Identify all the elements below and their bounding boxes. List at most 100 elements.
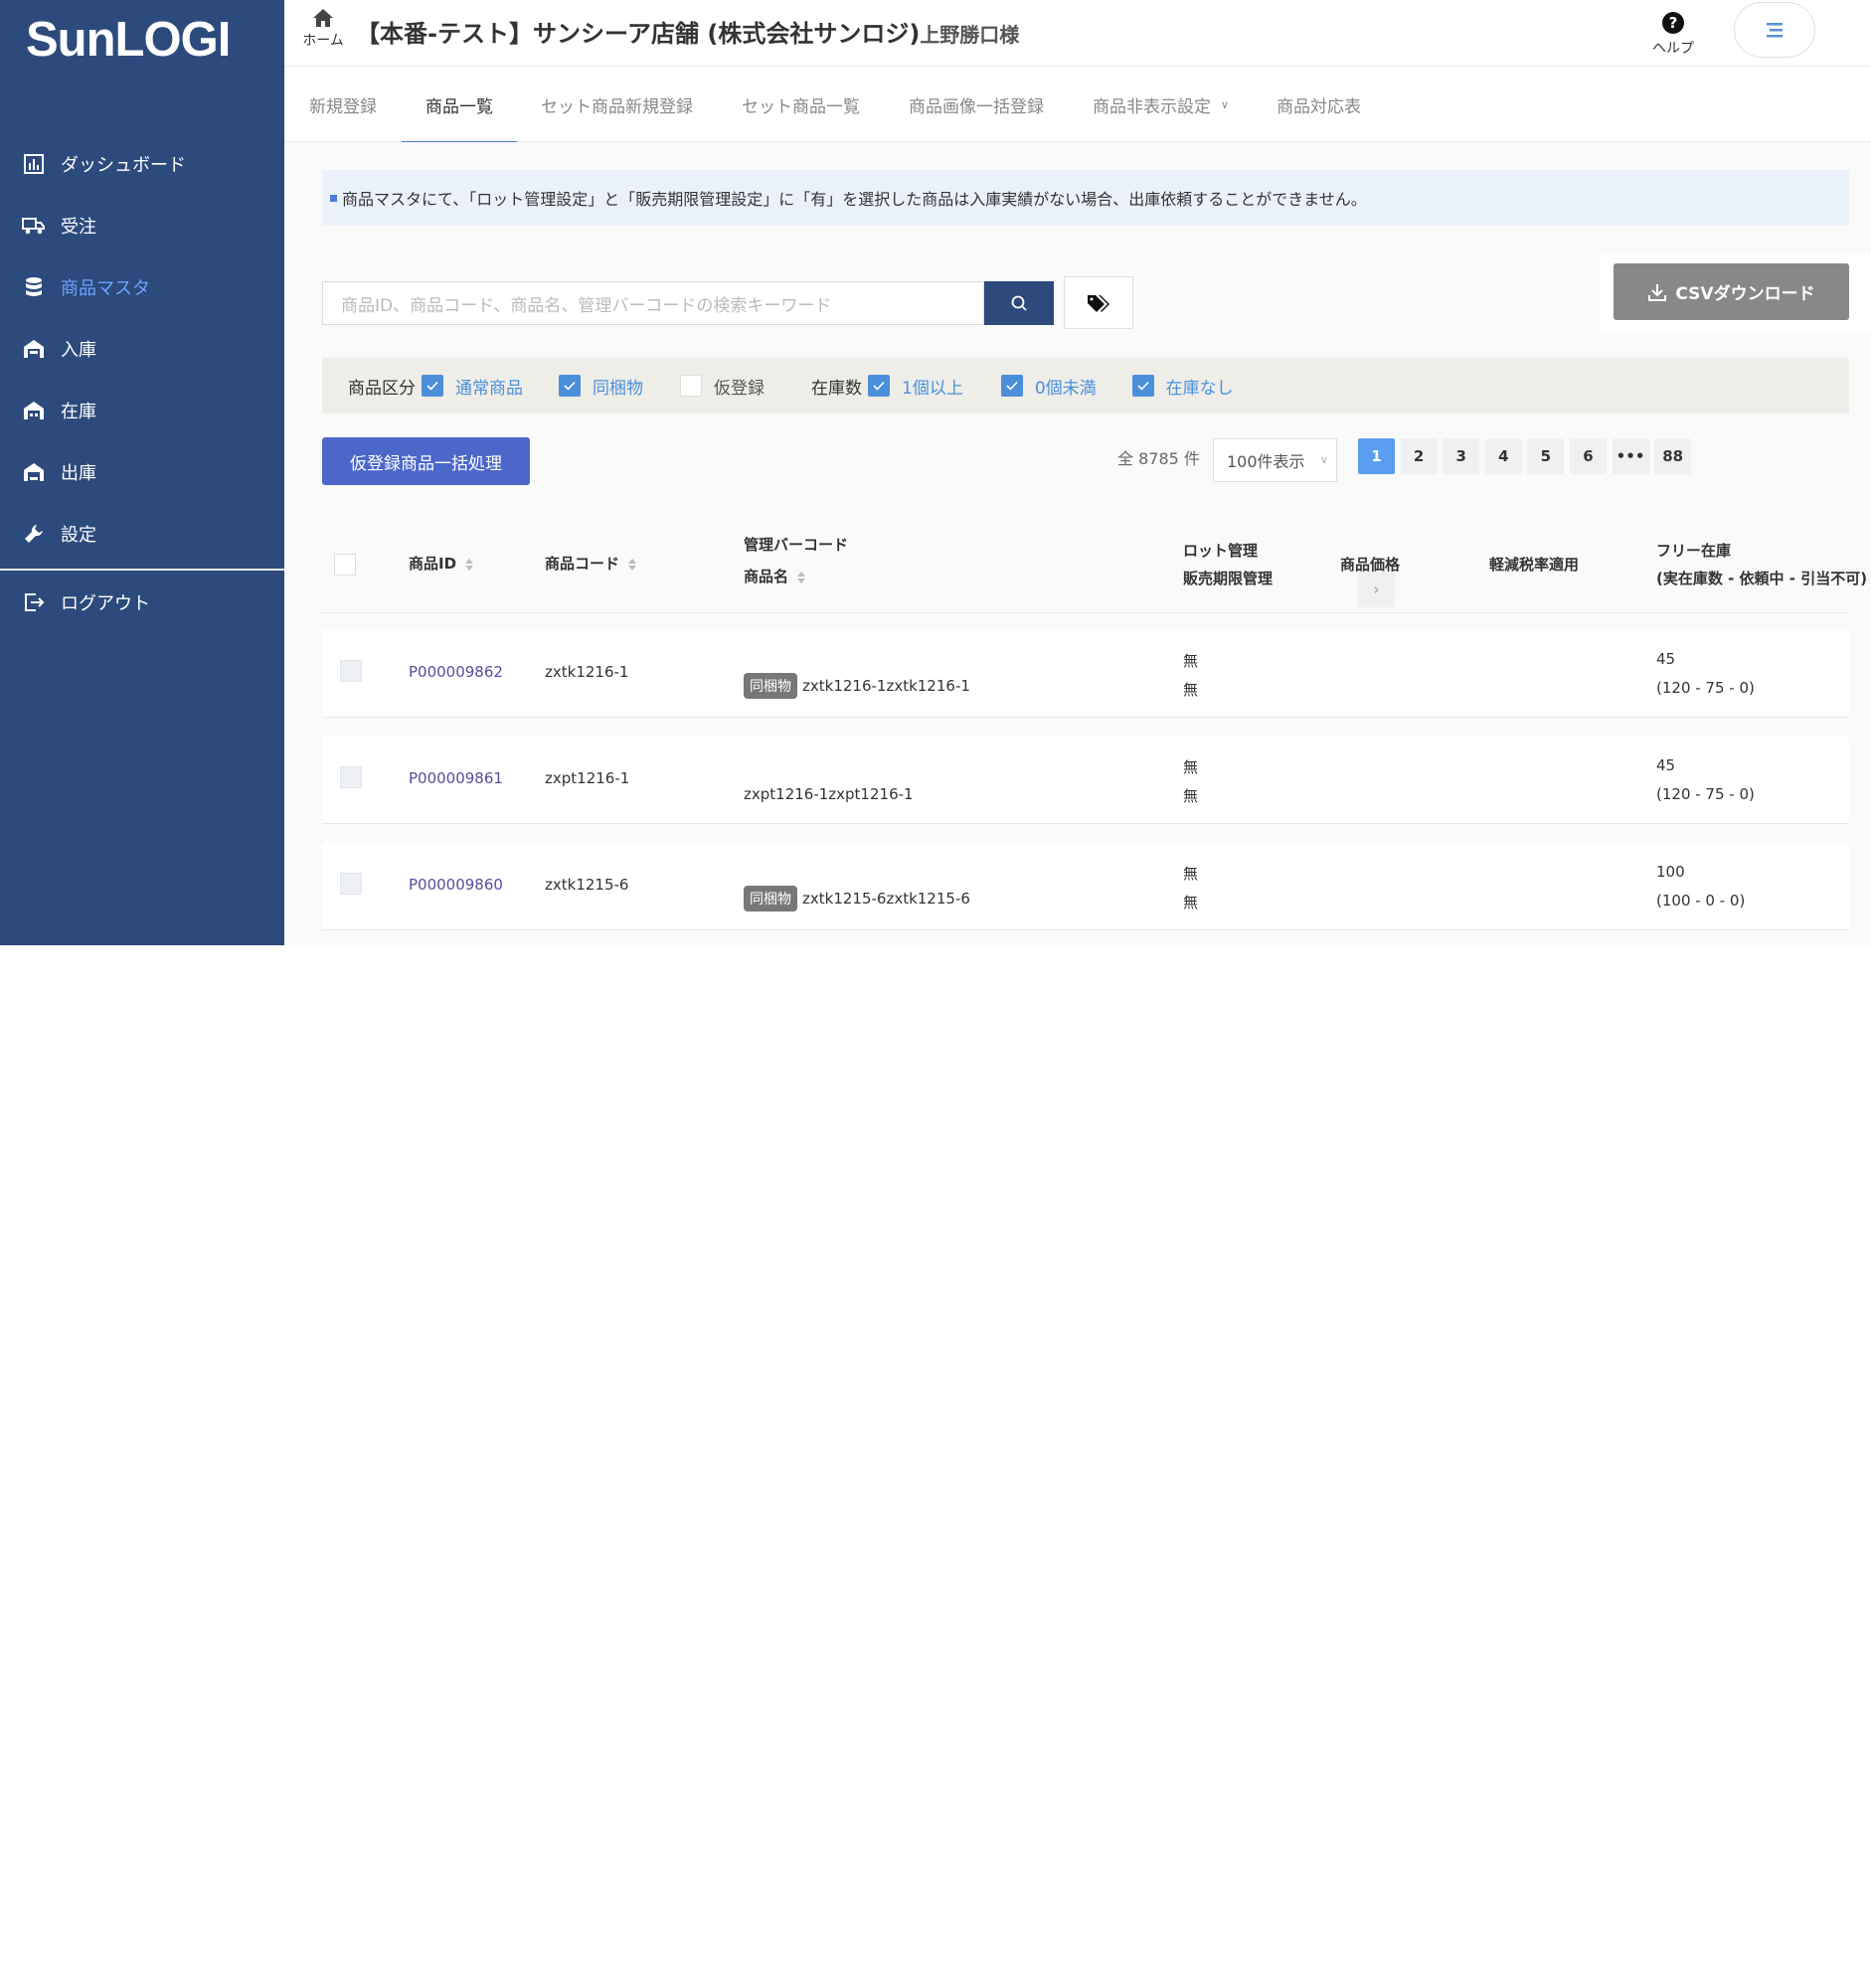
notice-text: 商品マスタにて、「ロット管理設定」と「販売期限管理設定」に「有」を選択した商品は… — [342, 190, 1367, 209]
column-price: 商品価格 — [1340, 556, 1401, 574]
filter-provisional[interactable]: 仮登録 — [680, 374, 765, 399]
sidebar-item-inventory[interactable]: 在庫 — [0, 380, 284, 441]
column-lot: ロット管理 — [1183, 542, 1259, 560]
tab-bar: 新規登録 商品一覧 セット商品新規登録 セット商品一覧 商品画像一括登録 商品非… — [284, 67, 1871, 143]
row-checkbox[interactable] — [340, 660, 362, 682]
bundle-badge: 同梱物 — [744, 673, 797, 699]
page-button[interactable]: 3 — [1443, 438, 1480, 474]
product-code: zxtk1215-6 — [545, 876, 629, 894]
filter-option-label: 同梱物 — [593, 378, 643, 399]
page-button[interactable]: 88 — [1654, 438, 1692, 474]
product-code: zxpt1216-1 — [545, 769, 630, 787]
checkbox-unchecked[interactable] — [680, 375, 702, 397]
total-count: 全 8785 件 — [1117, 449, 1200, 468]
checkbox-checked[interactable] — [1131, 375, 1154, 397]
bulk-process-button[interactable]: 仮登録商品一括処理 — [322, 437, 530, 485]
free-stock-detail: (120 - 75 - 0) — [1656, 785, 1755, 803]
logout-area: ログアウト — [0, 572, 284, 633]
database-icon — [22, 275, 46, 299]
sidebar-item-label: ダッシュボード — [61, 155, 186, 176]
sidebar-item-outbound[interactable]: 出庫 — [0, 441, 284, 503]
search-button[interactable] — [984, 281, 1054, 325]
free-stock-detail: (100 - 0 - 0) — [1656, 892, 1746, 910]
per-page-select[interactable]: 100件表示 ∨ — [1213, 438, 1337, 482]
menu-button[interactable] — [1734, 2, 1815, 58]
home-icon — [313, 9, 333, 27]
product-id-link[interactable]: P000009862 — [409, 663, 503, 681]
filter-option-label: 0個未満 — [1034, 378, 1097, 399]
table-header: 商品ID 商品コード 管理バーコード 商品名 ロット管理 販売期限管理 商品価格… — [322, 512, 1867, 613]
tab-label: 商品一覧 — [425, 96, 493, 117]
checkbox-checked[interactable] — [559, 375, 581, 397]
column-product-code[interactable]: 商品コード — [545, 553, 637, 574]
row-checkbox[interactable] — [340, 873, 362, 895]
checkbox-checked[interactable] — [422, 375, 443, 397]
filter-stock-below-0[interactable]: 0個未満 — [1000, 374, 1097, 399]
product-id-link[interactable]: P000009860 — [409, 876, 503, 894]
table-row[interactable]: P000009862 zxtk1216-1 同梱物 zxtk1216-1zxtk… — [322, 630, 1849, 718]
table-row[interactable]: P000009861 zxpt1216-1 zxpt1216-1zxpt1216… — [322, 737, 1849, 824]
page-button[interactable]: 2 — [1400, 438, 1438, 474]
filter-no-stock[interactable]: 在庫なし — [1131, 374, 1234, 399]
sidebar-item-label: 入庫 — [61, 340, 96, 361]
csv-download-label: CSVダウンロード — [1675, 284, 1815, 304]
sidebar-item-label: 設定 — [61, 525, 96, 546]
csv-download-button[interactable]: CSVダウンロード — [1614, 263, 1849, 320]
filter-stock-1plus[interactable]: 1個以上 — [868, 374, 963, 399]
logout-button[interactable]: ログアウト — [0, 572, 284, 633]
per-page-value: 100件表示 — [1227, 452, 1305, 471]
row-checkbox[interactable] — [340, 766, 362, 788]
expiry-value: 無 — [1183, 894, 1199, 911]
tab-new-registration[interactable]: 新規登録 — [309, 67, 377, 142]
checkbox-checked[interactable] — [868, 375, 890, 397]
filter-normal-product[interactable]: 通常商品 — [422, 374, 523, 399]
filter-bundled-item[interactable]: 同梱物 — [559, 374, 643, 399]
filter-bar: 商品区分 通常商品 同梱物 仮登録 在庫数 1個以上 0個未満 在庫なし — [322, 358, 1849, 414]
header: ホーム 【本番-テスト】サンシーア店舗 (株式会社サンロジ)上野勝口様 ? ヘル… — [284, 0, 1871, 67]
tab-set-product-list[interactable]: セット商品一覧 — [742, 67, 860, 142]
tag-filter-button[interactable] — [1064, 276, 1133, 329]
tab-product-mapping[interactable]: 商品対応表 — [1276, 67, 1361, 142]
bundle-badge: 同梱物 — [744, 886, 797, 911]
sidebar-item-orders[interactable]: 受注 — [0, 195, 284, 256]
page-button[interactable]: 1 — [1358, 438, 1395, 474]
lot-value: 無 — [1183, 865, 1199, 883]
tab-image-bulk[interactable]: 商品画像一括登録 — [909, 67, 1044, 142]
chevron-down-icon: ∨ — [1221, 97, 1230, 111]
tab-set-product-new[interactable]: セット商品新規登録 — [541, 67, 693, 142]
sidebar-item-dashboard[interactable]: ダッシュボード — [0, 133, 284, 195]
product-id-link[interactable]: P000009861 — [409, 769, 503, 787]
column-product-name[interactable]: 商品名 — [744, 566, 806, 586]
filter-option-label: 1個以上 — [902, 378, 963, 399]
filter-option-label: 仮登録 — [714, 378, 765, 399]
select-all-checkbox[interactable] — [334, 554, 356, 576]
free-stock-value: 45 — [1656, 756, 1676, 774]
chevron-down-icon: ∨ — [1319, 453, 1328, 466]
product-code: zxtk1216-1 — [545, 663, 629, 681]
search-input[interactable]: 商品ID、商品コード、商品名、管理バーコードの検索キーワード — [322, 281, 984, 325]
sidebar-item-settings[interactable]: 設定 — [0, 503, 284, 565]
page-button[interactable]: 5 — [1527, 438, 1565, 474]
table-row[interactable]: P000009860 zxtk1215-6 同梱物 zxtk1215-6zxtk… — [322, 843, 1849, 930]
sidebar-item-inbound[interactable]: 入庫 — [0, 318, 284, 380]
page-button[interactable]: 6 — [1569, 438, 1607, 474]
sidebar: SunLOGI ダッシュボード 受注 商品マスタ 入庫 在庫 出庫 設定 ログア… — [0, 0, 284, 945]
checkbox-checked[interactable] — [1000, 375, 1023, 397]
sort-icon — [465, 558, 474, 571]
tab-product-list[interactable]: 商品一覧 — [402, 67, 517, 143]
main-content: 商品マスタにて、「ロット管理設定」と「販売期限管理設定」に「有」を選択した商品は… — [284, 142, 1871, 945]
sidebar-item-product-master[interactable]: 商品マスタ — [0, 256, 284, 318]
column-expiry: 販売期限管理 — [1183, 570, 1274, 587]
page-ellipsis[interactable]: ••• — [1612, 438, 1649, 474]
tab-hidden-settings[interactable]: 商品非表示設定 ∨ — [1093, 67, 1229, 142]
help-button[interactable]: ? ヘルプ — [1648, 12, 1698, 58]
download-icon — [1648, 283, 1667, 301]
filter-option-label: 在庫なし — [1165, 378, 1234, 399]
home-button[interactable]: ホーム — [300, 8, 346, 50]
column-product-id[interactable]: 商品ID — [409, 553, 474, 574]
page-button[interactable]: 4 — [1484, 438, 1522, 474]
warehouse-icon — [22, 399, 46, 422]
expiry-value: 無 — [1183, 681, 1199, 699]
chart-icon — [22, 152, 46, 176]
lot-value: 無 — [1183, 652, 1199, 670]
